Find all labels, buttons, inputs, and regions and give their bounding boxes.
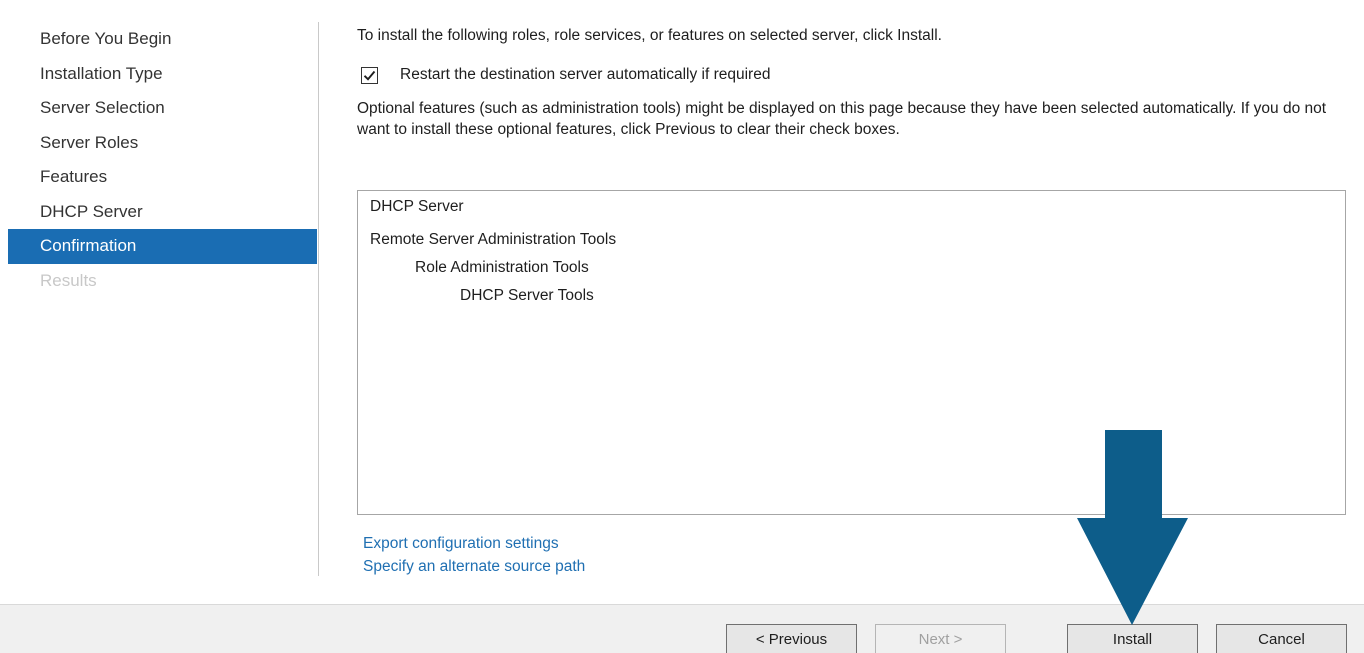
nav-item-server-selection[interactable]: Server Selection (0, 91, 318, 126)
nav-item-dhcp-server[interactable]: DHCP Server (0, 195, 318, 230)
restart-checkbox[interactable] (361, 66, 378, 84)
optional-features-note: Optional features (such as administratio… (357, 100, 1327, 138)
nav-divider (318, 22, 319, 576)
install-button[interactable]: Install (1067, 624, 1198, 653)
cancel-button[interactable]: Cancel (1216, 624, 1347, 653)
restart-option[interactable]: Restart the destination server automatic… (361, 66, 770, 84)
nav-item-confirmation[interactable]: Confirmation (8, 229, 317, 264)
next-button[interactable]: Next > (875, 624, 1006, 653)
checkmark-icon (363, 70, 376, 81)
alternate-source-link[interactable]: Specify an alternate source path (363, 555, 585, 578)
feature-item-role-admin-tools: Role Administration Tools (415, 259, 589, 276)
down-arrow-icon (1077, 430, 1188, 625)
features-listbox[interactable]: DHCP Server Remote Server Administration… (357, 190, 1346, 515)
wizard-nav: Before You Begin Installation Type Serve… (0, 22, 318, 298)
feature-item-dhcp-server-tools: DHCP Server Tools (460, 287, 594, 304)
nav-item-installation-type[interactable]: Installation Type (0, 57, 318, 92)
nav-item-server-roles[interactable]: Server Roles (0, 126, 318, 161)
feature-item-dhcp-server: DHCP Server (370, 198, 464, 215)
nav-item-before-you-begin[interactable]: Before You Begin (0, 22, 318, 57)
previous-button[interactable]: < Previous (726, 624, 857, 653)
nav-item-results: Results (40, 270, 97, 290)
intro-text: To install the following roles, role ser… (357, 27, 942, 44)
export-configuration-link[interactable]: Export configuration settings (363, 532, 585, 555)
links-area: Export configuration settings Specify an… (363, 532, 585, 578)
feature-item-rsat: Remote Server Administration Tools (370, 231, 617, 248)
nav-item-features[interactable]: Features (0, 160, 318, 195)
restart-checkbox-label: Restart the destination server automatic… (400, 66, 771, 83)
